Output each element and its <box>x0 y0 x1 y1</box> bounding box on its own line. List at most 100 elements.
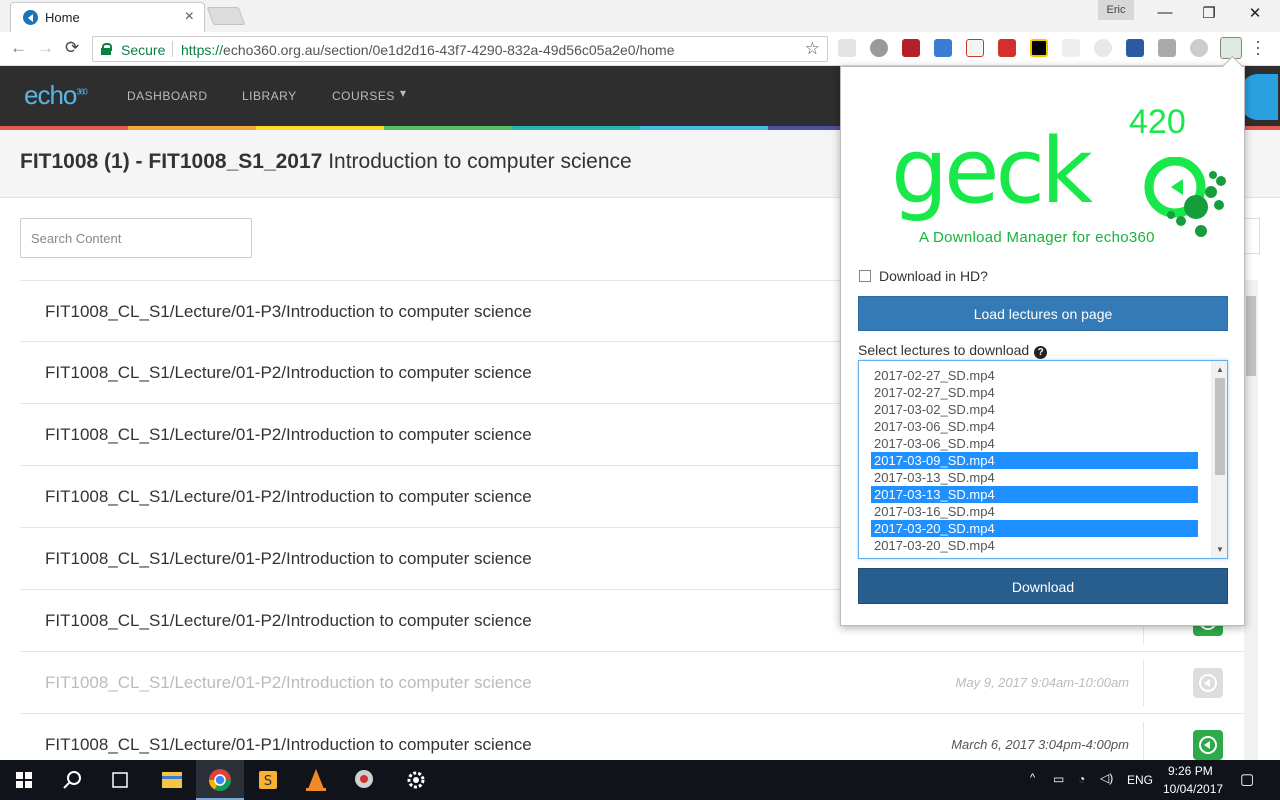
nav-courses[interactable]: COURSES <box>332 89 395 103</box>
lecture-option[interactable]: 2017-03-09_SD.mp4 <box>871 452 1198 469</box>
tab-title: Home <box>45 10 80 25</box>
svg-text:S: S <box>264 774 272 789</box>
network-icon[interactable]: ▭ <box>1053 772 1064 786</box>
browser-tabbar: Home × Eric — ❐ ✕ <box>0 0 1280 32</box>
vlc-icon[interactable] <box>292 760 340 800</box>
page-scrollbar[interactable] <box>1244 280 1258 760</box>
lecture-date: March 6, 2017 3:04pm-4:00pm <box>951 737 1129 752</box>
extension-icon[interactable] <box>1030 39 1048 57</box>
help-icon[interactable]: ? <box>1034 346 1048 359</box>
lecture-title[interactable]: FIT1008_CL_S1/Lecture/01-P3/Introduction… <box>45 302 532 322</box>
clock-time[interactable]: 9:26 PM <box>1168 764 1213 778</box>
list-scrollbar-thumb[interactable] <box>1215 378 1225 475</box>
gecko-tagline: A Download Manager for echo360 <box>919 229 1155 246</box>
lecture-option[interactable]: 2017-02-27_SD.mp4 <box>871 384 1198 401</box>
maximize-button[interactable]: ❐ <box>1186 4 1232 22</box>
lecture-option[interactable]: 2017-03-02_SD.mp4 <box>871 401 1198 418</box>
sublime-text-icon[interactable]: S <box>244 760 292 800</box>
lecture-option[interactable]: 2017-03-06_SD.mp4 <box>871 435 1198 452</box>
ublock-extension-icon[interactable] <box>902 39 920 57</box>
extension-icon[interactable] <box>838 39 856 57</box>
pdf-extension-icon[interactable] <box>966 39 984 57</box>
divider <box>1143 660 1144 706</box>
scroll-down-icon[interactable]: ▼ <box>1216 545 1224 554</box>
secure-label: Secure <box>121 42 166 58</box>
wifi-icon[interactable]: ◔ <box>1078 772 1085 786</box>
browser-menu-icon[interactable]: · · · <box>1255 32 1261 62</box>
download-button[interactable]: Download <box>858 568 1228 604</box>
hd-checkbox[interactable] <box>859 270 871 282</box>
browser-tab-home[interactable]: Home × <box>10 2 205 32</box>
page-title: FIT1008 (1) - FIT1008_S1_2017 Introducti… <box>20 150 632 173</box>
tab-close-icon[interactable]: × <box>185 8 194 26</box>
url-text: https://echo360.org.au/section/0e1d2d16-… <box>181 42 675 58</box>
search-icon[interactable] <box>48 760 96 800</box>
lecture-title[interactable]: FIT1008_CL_S1/Lecture/01-P2/Introduction… <box>45 549 532 569</box>
scroll-up-icon[interactable]: ▲ <box>1216 365 1224 374</box>
chrome-icon[interactable] <box>196 760 244 800</box>
minimize-button[interactable]: — <box>1142 4 1188 21</box>
settings-gear-icon[interactable] <box>392 760 440 800</box>
extension-icon[interactable] <box>1062 39 1080 57</box>
extension-icon[interactable] <box>934 39 952 57</box>
lecture-multiselect[interactable]: 2017-03-20_SD.mp4 2017-03-20_SD.mp4 2017-0… <box>858 360 1228 559</box>
file-explorer-icon[interactable] <box>148 760 196 800</box>
lecture-date: May 9, 2017 9:04am-10:00am <box>955 675 1129 690</box>
tray-chevron-up-icon[interactable]: ^ <box>1030 772 1035 784</box>
taskbar: S ^ ▭ ◔ ◁) ENG 9:26 PM 10/04/2017 ▢ <box>0 760 1280 800</box>
nav-library[interactable]: LIBRARY <box>242 89 297 103</box>
chevron-down-icon[interactable]: ▾ <box>400 86 407 100</box>
bookmark-star-icon[interactable]: ☆ <box>805 39 820 59</box>
address-bar[interactable]: Secure https://echo360.org.au/section/0e… <box>92 36 828 62</box>
echo360-logo[interactable]: echo360 <box>24 80 88 111</box>
reload-button[interactable]: ⟳ <box>65 38 79 58</box>
extension-icon[interactable] <box>870 39 888 57</box>
lecture-option[interactable]: 2017-03-13_SD.mp4 <box>871 469 1198 486</box>
close-window-button[interactable]: ✕ <box>1232 4 1278 22</box>
lecture-option[interactable]: 2017-03-20_SD.mp4 <box>871 537 1198 554</box>
lecture-option[interactable]: 2017-03-06_SD.mp4 <box>871 418 1198 435</box>
lecture-title[interactable]: FIT1008_CL_S1/Lecture/01-P2/Introduction… <box>45 673 532 693</box>
gecko-version: 420 <box>1129 103 1186 141</box>
task-view-icon[interactable] <box>96 760 144 800</box>
search-input[interactable]: Search Content <box>20 218 252 258</box>
nav-dashboard[interactable]: DASHBOARD <box>127 89 208 103</box>
lecture-title[interactable]: FIT1008_CL_S1/Lecture/01-P1/Introduction… <box>45 735 532 755</box>
hd-option[interactable]: Download in HD? <box>859 268 988 284</box>
extension-icon[interactable] <box>1094 39 1112 57</box>
extension-icon[interactable] <box>1190 39 1208 57</box>
lecture-title[interactable]: FIT1008_CL_S1/Lecture/01-P2/Introduction… <box>45 425 532 445</box>
lecture-title[interactable]: FIT1008_CL_S1/Lecture/01-P2/Introduction… <box>45 363 532 383</box>
extension-icon[interactable] <box>998 39 1016 57</box>
list-scrollbar[interactable]: ▲ ▼ <box>1211 361 1227 558</box>
language-indicator[interactable]: ENG <box>1127 773 1153 787</box>
lecture-option[interactable]: 2017-03-20_SD.mp4 <box>871 520 1198 537</box>
lock-icon <box>101 43 112 55</box>
clock-date[interactable]: 10/04/2017 <box>1163 782 1223 796</box>
table-row[interactable]: FIT1008_CL_S1/Lecture/01-P2/Introduction… <box>20 652 1244 714</box>
new-tab-button[interactable] <box>206 7 246 25</box>
app-icon[interactable] <box>340 760 388 800</box>
lecture-title[interactable]: FIT1008_CL_S1/Lecture/01-P2/Introduction… <box>45 611 532 631</box>
gecko-popup: 420 geck A Download Manager for echo360 … <box>840 66 1245 626</box>
scrollbar-thumb[interactable] <box>1246 296 1256 376</box>
lecture-title[interactable]: FIT1008_CL_S1/Lecture/01-P2/Introduction… <box>45 487 532 507</box>
lecture-option[interactable]: 2017-03-16_SD.mp4 <box>871 503 1198 520</box>
extension-icon[interactable] <box>1158 39 1176 57</box>
volume-icon[interactable]: ◁) <box>1100 771 1113 785</box>
printer-extension-icon[interactable] <box>1126 39 1144 57</box>
gecko-logo-text: geck <box>891 119 1093 224</box>
play-icon[interactable] <box>1193 730 1223 760</box>
profile-button[interactable]: Eric <box>1098 0 1134 20</box>
select-lectures-label: Select lectures to download? <box>858 342 1048 359</box>
echo360-favicon-icon <box>23 10 38 25</box>
lecture-option[interactable]: 2017-02-27_SD.mp4 <box>871 367 1198 384</box>
back-button[interactable]: ← <box>10 38 27 58</box>
lecture-option[interactable]: 2017-03-13_SD.mp4 <box>871 486 1198 503</box>
play-icon[interactable] <box>1193 668 1223 698</box>
load-lectures-button[interactable]: Load lectures on page <box>858 296 1228 331</box>
hd-label: Download in HD? <box>879 268 988 284</box>
windows-start-icon[interactable] <box>0 760 48 800</box>
notifications-icon[interactable]: ▢ <box>1240 770 1254 788</box>
forward-button[interactable]: → <box>37 38 54 58</box>
